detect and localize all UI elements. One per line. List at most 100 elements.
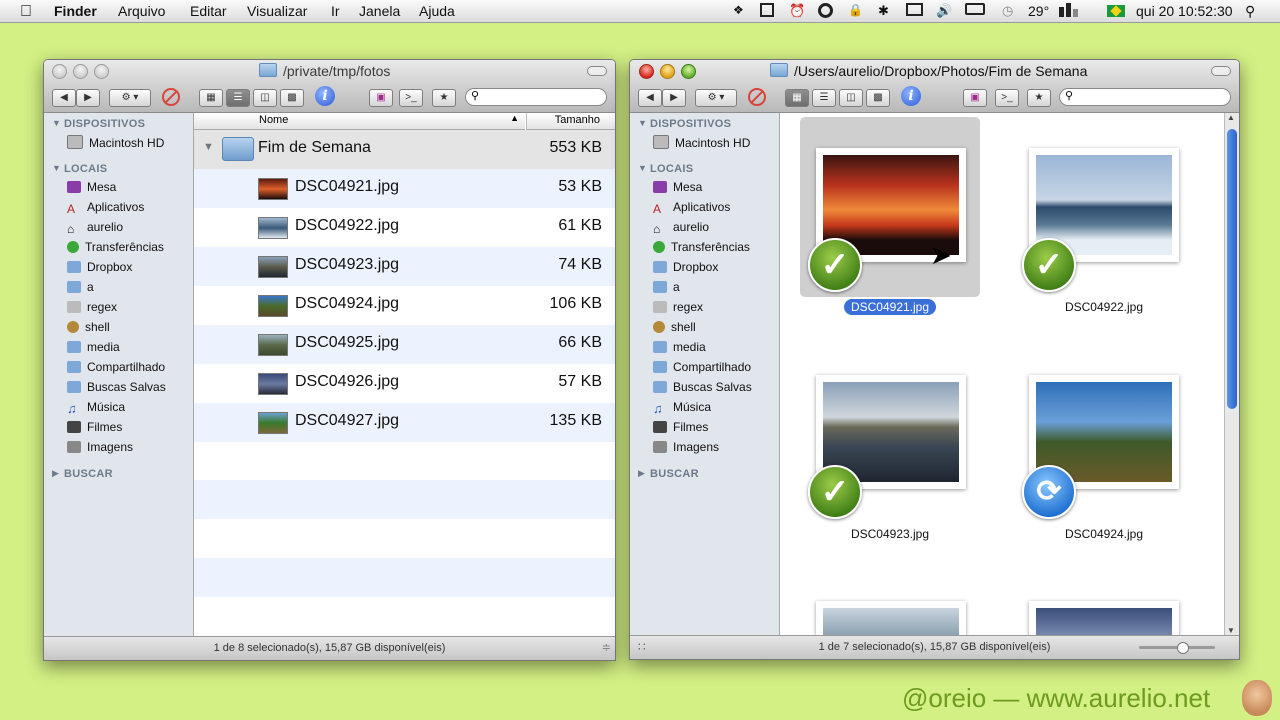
photo-thumbnail[interactable] [816, 601, 966, 636]
disclosure-triangle-icon[interactable]: ▼ [52, 118, 61, 128]
grid-handle-icon[interactable]: ∷ [638, 636, 646, 659]
alarm-clock-icon[interactable]: ⏰ [789, 3, 805, 18]
star-button[interactable]: ★ [1027, 89, 1051, 107]
table-row[interactable]: DSC04927.jpg 135 KB [194, 403, 615, 442]
photo-app-button[interactable]: ▣ [369, 89, 393, 107]
lock-icon[interactable]: 🔒 [848, 3, 863, 17]
sidebar-item-regex[interactable]: regex [653, 300, 703, 318]
menu-arquivo[interactable]: Arquivo [118, 3, 165, 19]
dropbox-icon[interactable]: ❖ [733, 3, 747, 17]
display-icon[interactable] [906, 3, 923, 16]
terminal-button[interactable]: >_ [995, 89, 1019, 107]
list-view-button[interactable]: ☰ [812, 89, 836, 107]
column-view-button[interactable]: ◫ [253, 89, 277, 107]
icon-view-button[interactable]: ▦ [199, 89, 223, 107]
brazil-flag-icon[interactable] [1107, 5, 1125, 17]
photo-label[interactable]: DSC04924.jpg [1024, 527, 1184, 541]
slider-knob[interactable] [1177, 642, 1189, 654]
back-button[interactable]: ◀ [52, 89, 76, 107]
search-input[interactable]: ⚲ [1059, 88, 1231, 106]
sidebar-item-aplicativos[interactable]: A Aplicativos [67, 200, 144, 218]
sidebar-item-a[interactable]: a [67, 280, 94, 298]
title-bar[interactable]: /private/tmp/fotos ◀ ▶ ⚙ ▾ ▦ ☰ ◫ ▩ i ▣ >… [44, 60, 615, 113]
sidebar-item-aurelio[interactable]: ⌂ aurelio [67, 220, 123, 238]
sidebar-item-transferencias[interactable]: Transferências [67, 240, 164, 258]
zoom-button[interactable] [94, 64, 109, 79]
photo-label[interactable]: DSC04922.jpg [1024, 300, 1184, 314]
sidebar-item-musica[interactable]: ♫ Música [653, 400, 711, 418]
table-row[interactable]: ▼ Fim de Semana 553 KB [194, 130, 615, 169]
sidebar-item-mesa[interactable]: Mesa [67, 180, 116, 198]
search-input[interactable]: ⚲ [465, 88, 607, 106]
action-menu-button[interactable]: ⚙ ▾ [695, 89, 737, 107]
menu-visualizar[interactable]: Visualizar [247, 3, 307, 19]
disclosure-triangle-icon[interactable]: ▼ [203, 141, 214, 153]
sidebar-item-media[interactable]: media [653, 340, 706, 358]
resize-grip-icon[interactable]: ≑ [602, 637, 611, 660]
sidebar-item-macintosh-hd[interactable]: Macintosh HD [653, 135, 750, 153]
forward-button[interactable]: ▶ [662, 89, 686, 107]
toolbar-toggle-button[interactable] [1211, 66, 1231, 76]
spotlight-search-icon[interactable]: ⚲ [1245, 3, 1259, 19]
table-row[interactable]: DSC04925.jpg 66 KB [194, 325, 615, 364]
disclosure-triangle-icon[interactable]: ▼ [52, 163, 61, 173]
sidebar-item-buscas-salvas[interactable]: Buscas Salvas [67, 380, 166, 398]
sidebar-item-imagens[interactable]: Imagens [67, 440, 133, 458]
zoom-button[interactable] [681, 64, 696, 79]
temperature[interactable]: 29° [1028, 3, 1049, 19]
scroll-down-arrow-icon[interactable]: ▼ [1227, 626, 1235, 635]
table-row[interactable]: DSC04921.jpg 53 KB [194, 169, 615, 208]
menu-editar[interactable]: Editar [190, 3, 227, 19]
terminal-button[interactable]: >_ [399, 89, 423, 107]
column-view-button[interactable]: ◫ [839, 89, 863, 107]
coverflow-view-button[interactable]: ▩ [280, 89, 304, 107]
menu-ir[interactable]: Ir [331, 3, 340, 19]
column-header-name[interactable]: Nome ▲ [194, 113, 525, 130]
photo-label[interactable]: DSC04921.jpg [810, 299, 970, 315]
sidebar-item-mesa[interactable]: Mesa [653, 180, 702, 198]
close-button[interactable] [52, 64, 67, 79]
sidebar-item-regex[interactable]: regex [67, 300, 117, 318]
disclosure-triangle-icon[interactable]: ▼ [638, 163, 647, 173]
sidebar-item-filmes[interactable]: Filmes [653, 420, 708, 438]
menu-ajuda[interactable]: Ajuda [419, 3, 455, 19]
time-machine-icon[interactable]: ◷ [1002, 3, 1016, 18]
sidebar-item-aplicativos[interactable]: A Aplicativos [653, 200, 730, 218]
column-header-size[interactable]: Tamanho [526, 113, 615, 130]
sidebar-item-musica[interactable]: ♫ Música [67, 400, 125, 418]
sidebar-item-shell[interactable]: shell [653, 320, 696, 338]
sidebar-item-aurelio[interactable]: ⌂ aurelio [653, 220, 709, 238]
minimize-button[interactable] [660, 64, 675, 79]
sidebar-item-dropbox[interactable]: Dropbox [653, 260, 718, 278]
minimize-button[interactable] [73, 64, 88, 79]
forward-button[interactable]: ▶ [76, 89, 100, 107]
menu-janela[interactable]: Janela [359, 3, 400, 19]
scroll-up-arrow-icon[interactable]: ▲ [1227, 113, 1235, 122]
table-row[interactable]: DSC04922.jpg 61 KB [194, 208, 615, 247]
disclosure-triangle-icon[interactable]: ▶ [638, 468, 645, 479]
window-icon[interactable] [760, 3, 774, 17]
coverflow-view-button[interactable]: ▩ [866, 89, 890, 107]
table-row[interactable]: DSC04923.jpg 74 KB [194, 247, 615, 286]
icon-view-button[interactable]: ▦ [785, 89, 809, 107]
icon-size-slider[interactable] [1139, 642, 1215, 654]
list-view-button[interactable]: ☰ [226, 89, 250, 107]
bluetooth-icon[interactable]: ✱ [878, 3, 892, 18]
disclosure-triangle-icon[interactable]: ▶ [52, 468, 59, 479]
table-row[interactable]: DSC04924.jpg 106 KB [194, 286, 615, 325]
title-bar[interactable]: /Users/aurelio/Dropbox/Photos/Fim de Sem… [630, 60, 1239, 113]
battery-icon[interactable] [965, 3, 985, 15]
photo-app-button[interactable]: ▣ [963, 89, 987, 107]
star-button[interactable]: ★ [432, 89, 456, 107]
toolbar-toggle-button[interactable] [587, 66, 607, 76]
sidebar-item-compartilhado[interactable]: Compartilhado [653, 360, 751, 378]
close-button[interactable] [639, 64, 654, 79]
sidebar-item-transferencias[interactable]: Transferências [653, 240, 750, 258]
sidebar-item-filmes[interactable]: Filmes [67, 420, 122, 438]
sidebar-item-dropbox[interactable]: Dropbox [67, 260, 132, 278]
circle-status-icon[interactable] [818, 3, 833, 18]
sidebar-item-compartilhado[interactable]: Compartilhado [67, 360, 165, 378]
info-icon[interactable]: i [901, 86, 921, 106]
sidebar-item-macintosh-hd[interactable]: Macintosh HD [67, 135, 164, 153]
menu-finder[interactable]: Finder [54, 3, 97, 19]
